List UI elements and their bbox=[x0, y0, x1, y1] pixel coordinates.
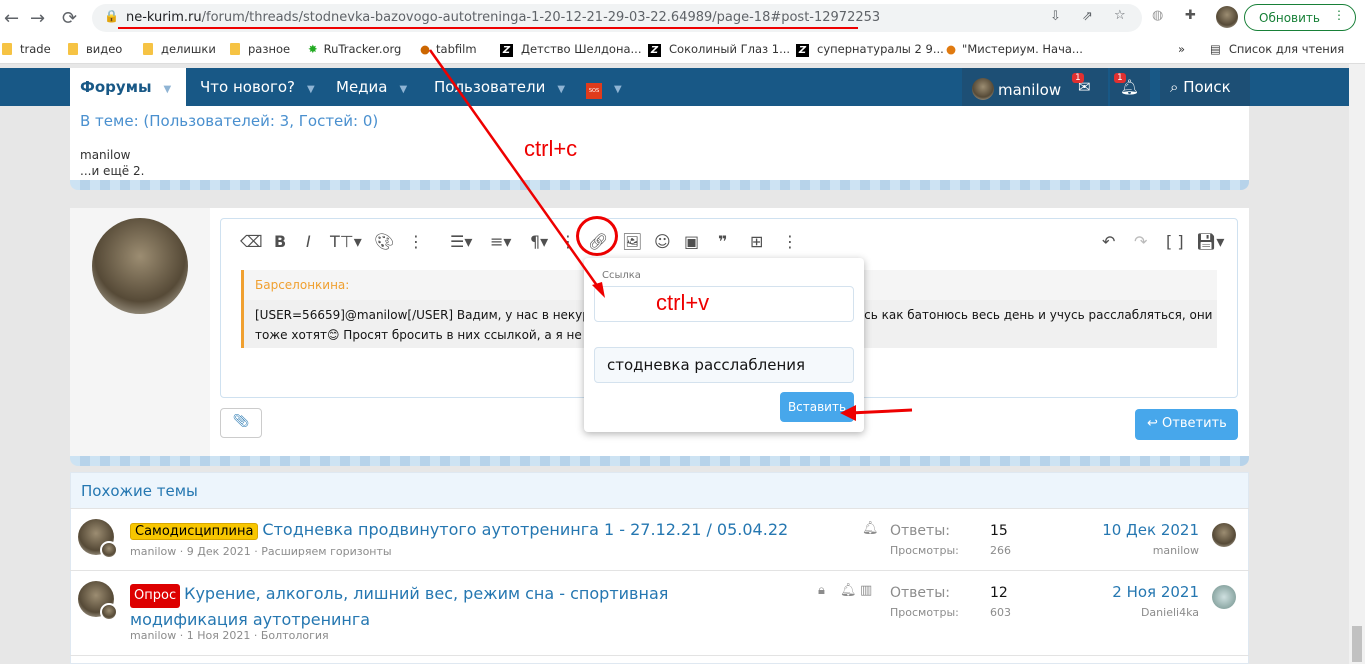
wave-divider bbox=[70, 456, 1249, 466]
thread-date: 1 Ноя 2021 bbox=[186, 629, 251, 642]
replies-label: Ответы: bbox=[890, 585, 950, 601]
thread-title-link[interactable]: Стодневка продвинутого аутотренинга 1 - … bbox=[262, 520, 788, 539]
replies-label: Ответы: bbox=[890, 523, 950, 539]
thread-row: Опрос Курение, алкоголь, лишний вес, режи… bbox=[70, 570, 1249, 656]
bell-icon[interactable]: 🔔︎ bbox=[862, 521, 879, 536]
prefix-label[interactable]: Самодисциплина bbox=[130, 523, 259, 540]
last-poster-avatar[interactable] bbox=[1212, 523, 1236, 547]
last-poster[interactable]: Danieli4ka bbox=[1141, 606, 1199, 619]
views-count: 266 bbox=[990, 544, 1011, 557]
thread-title-line: Самодисциплина Стодневка продвинутого аут… bbox=[130, 520, 788, 540]
forum-link[interactable]: Расширяем горизонты bbox=[261, 545, 391, 558]
thread-title-line: Опрос Курение, алкоголь, лишний вес, режи… bbox=[130, 582, 770, 634]
last-poster-avatar-small bbox=[100, 603, 118, 621]
lock-icon: 🔒︎ bbox=[818, 583, 825, 598]
views-label: Просмотры: bbox=[890, 544, 959, 557]
last-post-date[interactable]: 2 Ноя 2021 bbox=[1112, 583, 1199, 601]
views-count: 603 bbox=[990, 606, 1011, 619]
author-link[interactable]: manilow bbox=[130, 545, 176, 558]
poll-icon: ▥ bbox=[860, 583, 873, 598]
thread-meta: manilow · 9 Дек 2021 · Расширяем горизон… bbox=[130, 545, 392, 558]
forum-link[interactable]: Болтология bbox=[261, 629, 329, 642]
last-poster-avatar-small bbox=[100, 541, 118, 559]
last-poster-avatar[interactable] bbox=[1212, 585, 1236, 609]
thread-title-link[interactable]: Курение, алкоголь, лишний вес, режим сна… bbox=[130, 584, 668, 629]
thread-meta: manilow · 1 Ноя 2021 · Болтология bbox=[130, 629, 329, 642]
prefix-label[interactable]: Опрос bbox=[130, 584, 181, 608]
replies-count: 12 bbox=[990, 585, 1008, 601]
author-link[interactable]: manilow bbox=[130, 629, 176, 642]
thread-date: 9 Дек 2021 bbox=[186, 545, 251, 558]
similar-threads-title: Похожие темы bbox=[71, 473, 1248, 509]
last-poster[interactable]: manilow bbox=[1153, 544, 1199, 557]
thread-row: Самодисциплина Стодневка продвинутого аут… bbox=[70, 508, 1249, 570]
bell-icon[interactable]: 🔔︎ bbox=[840, 583, 857, 598]
replies-count: 15 bbox=[990, 523, 1008, 539]
views-label: Просмотры: bbox=[890, 606, 959, 619]
last-post-date[interactable]: 10 Дек 2021 bbox=[1102, 521, 1199, 539]
